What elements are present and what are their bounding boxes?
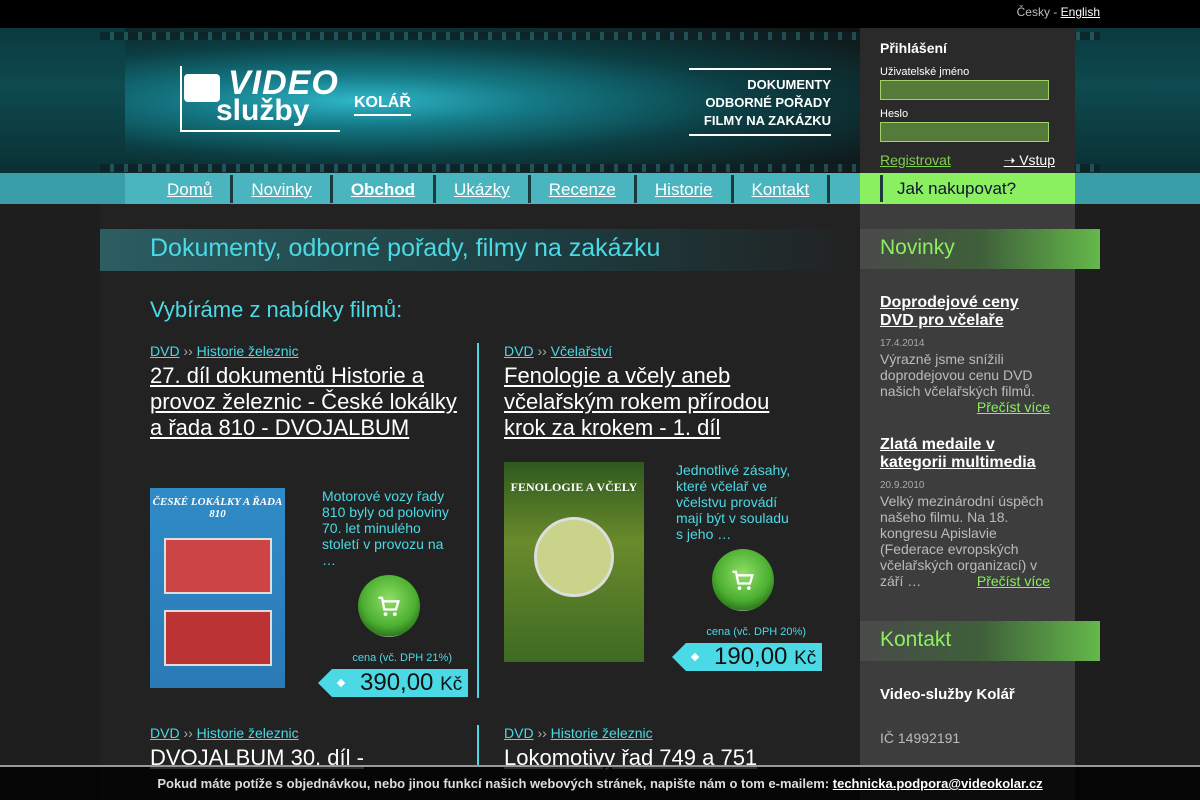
product-title-link[interactable]: 27. díl dokumentů Historie a provoz žele… bbox=[150, 363, 460, 441]
tagline-line: FILMY NA ZAKÁZKU bbox=[703, 113, 831, 128]
product-cover-image[interactable]: FENOLOGIE A VČELY bbox=[504, 462, 644, 662]
price-vat-label: cena (vč. DPH 20%) bbox=[706, 626, 806, 638]
username-input[interactable] bbox=[880, 80, 1049, 100]
category-dvd-link[interactable]: DVD bbox=[504, 343, 534, 359]
product-title-link[interactable]: Fenologie a včely aneb včelařským rokem … bbox=[504, 363, 814, 441]
lang-english-link[interactable]: English bbox=[1061, 5, 1100, 19]
news-date: 17.4.2014 bbox=[880, 338, 925, 349]
column-divider bbox=[477, 725, 479, 765]
price-currency: Kč bbox=[794, 648, 817, 669]
cover-title: ČESKÉ LOKÁLKY A ŘADA 810 bbox=[152, 496, 283, 520]
sidebar-news-title: Novinky bbox=[880, 236, 955, 259]
cart-icon bbox=[378, 596, 400, 617]
language-switcher: Česky - English bbox=[1017, 5, 1100, 19]
main-nav: Domů Novinky Obchod Ukázky Recenze Histo… bbox=[125, 173, 860, 204]
nav-contact[interactable]: Kontakt bbox=[734, 175, 831, 203]
category-dvd-link[interactable]: DVD bbox=[504, 725, 534, 741]
sidebar-contact-title: Kontakt bbox=[880, 628, 952, 651]
read-more-link[interactable]: Přečíst více bbox=[977, 573, 1050, 589]
news-text: Výrazně jsme snížili doprodejovou cenu D… bbox=[880, 351, 1050, 415]
news-text: Velký mezinárodní úspěch našeho filmu. N… bbox=[880, 493, 1050, 589]
price-value: 190,00 bbox=[714, 643, 788, 670]
add-to-cart-button[interactable] bbox=[358, 575, 420, 637]
password-input[interactable] bbox=[880, 122, 1049, 142]
cover-title: FENOLOGIE A VČELY bbox=[510, 480, 638, 494]
how-to-buy-label: Jak nakupovat? bbox=[880, 175, 1016, 202]
category-link[interactable]: Historie železnic bbox=[197, 725, 299, 741]
breadcrumb-separator: ›› bbox=[533, 343, 551, 359]
price-value: 390,00 bbox=[360, 669, 434, 696]
lang-current: Česky bbox=[1016, 5, 1050, 19]
news-title-link[interactable]: Doprodejové ceny DVD pro včelaře bbox=[880, 294, 1050, 330]
product-description: Jednotlivé zásahy, které včelař ve včels… bbox=[676, 462, 791, 542]
product-card: DVD ›› Historie železnic 27. díl dokumen… bbox=[150, 343, 469, 703]
sidebar-news-header: Novinky bbox=[860, 229, 1100, 269]
notice-text: Pokud máte potíže s objednávkou, nebo ji… bbox=[157, 776, 830, 791]
login-button[interactable]: ➝ Vstup bbox=[1004, 152, 1055, 169]
price-tag: 190,00 Kč bbox=[671, 643, 823, 671]
nav-reviews[interactable]: Recenze bbox=[531, 175, 637, 203]
breadcrumb-separator: ›› bbox=[179, 343, 197, 359]
product-breadcrumb: DVD ›› Historie železnic bbox=[150, 343, 460, 359]
category-dvd-link[interactable]: DVD bbox=[150, 343, 180, 359]
nav-home[interactable]: Domů bbox=[149, 175, 234, 203]
news-excerpt: Výrazně jsme snížili doprodejovou cenu D… bbox=[880, 351, 1035, 399]
section-subtitle: Vybíráme z nabídky filmů: bbox=[150, 297, 403, 322]
how-to-buy-button[interactable]: Jak nakupovat? bbox=[860, 173, 1075, 204]
nav-samples[interactable]: Ukázky bbox=[436, 175, 531, 203]
breadcrumb-separator: ›› bbox=[179, 725, 197, 741]
train-image bbox=[164, 610, 272, 666]
password-label: Heslo bbox=[880, 108, 909, 120]
nav-shop[interactable]: Obchod bbox=[333, 175, 437, 203]
company-id: IČ 14992191 bbox=[880, 730, 961, 746]
nav-history[interactable]: Historie bbox=[637, 175, 734, 203]
price-vat-label: cena (vč. DPH 21%) bbox=[352, 652, 452, 664]
breadcrumb-separator: ›› bbox=[533, 725, 551, 741]
product-breadcrumb: DVD ›› Historie železnic bbox=[504, 725, 814, 741]
price-currency: Kč bbox=[440, 674, 463, 695]
price-tag: 390,00 Kč bbox=[317, 669, 469, 697]
login-title: Přihlášení bbox=[880, 40, 947, 56]
product-card: DVD ›› Včelařství Fenologie a včely aneb… bbox=[504, 343, 823, 703]
cart-icon bbox=[732, 570, 754, 591]
column-divider bbox=[477, 343, 479, 698]
product-description: Motorové vozy řady 810 byly od poloviny … bbox=[322, 488, 449, 568]
train-image bbox=[164, 538, 272, 594]
tagline-line: ODBORNÉ POŘADY bbox=[705, 95, 831, 110]
product-breadcrumb: DVD ›› Včelařství bbox=[504, 343, 814, 359]
logo-sluzby-text: služby bbox=[216, 94, 310, 127]
product-cover-image[interactable]: ČESKÉ LOKÁLKY A ŘADA 810 bbox=[150, 488, 285, 688]
company-name: Video-služby Kolář bbox=[880, 686, 1015, 703]
news-title-link[interactable]: Zlatá medaile v kategorii multimedia bbox=[880, 436, 1050, 472]
product-breadcrumb: DVD ›› Historie železnic bbox=[150, 725, 460, 741]
support-email-link[interactable]: technicka.podpora@videokolar.cz bbox=[833, 776, 1043, 791]
camera-icon bbox=[184, 74, 220, 102]
category-link[interactable]: Včelařství bbox=[551, 343, 612, 359]
read-more-link[interactable]: Přečíst více bbox=[977, 399, 1050, 415]
news-item: Zlatá medaile v kategorii multimedia 20.… bbox=[880, 436, 1050, 589]
category-dvd-link[interactable]: DVD bbox=[150, 725, 180, 741]
sidebar-contact-header: Kontakt bbox=[860, 621, 1100, 661]
news-item: Doprodejové ceny DVD pro včelaře 17.4.20… bbox=[880, 294, 1050, 415]
login-panel: Přihlášení Uživatelské jméno Heslo Regis… bbox=[860, 28, 1075, 173]
register-link[interactable]: Registrovat bbox=[880, 152, 951, 169]
lang-separator: - bbox=[1049, 5, 1061, 19]
logo-kolar-text: KOLÁŘ bbox=[354, 94, 411, 116]
username-label: Uživatelské jméno bbox=[880, 66, 970, 78]
news-date: 20.9.2010 bbox=[880, 480, 925, 491]
support-notice-bar: Pokud máte potíže s objednávkou, nebo ji… bbox=[0, 765, 1200, 800]
page-title: Dokumenty, odborné pořady, filmy na zaká… bbox=[150, 234, 661, 262]
tagline-line: DOKUMENTY bbox=[747, 77, 831, 92]
category-link[interactable]: Historie železnic bbox=[197, 343, 299, 359]
add-to-cart-button[interactable] bbox=[712, 549, 774, 611]
site-logo[interactable]: VIDEO služby KOLÁŘ bbox=[180, 64, 420, 136]
cover-photo bbox=[534, 517, 614, 597]
nav-news[interactable]: Novinky bbox=[233, 175, 333, 203]
category-link[interactable]: Historie železnic bbox=[551, 725, 653, 741]
header-tagline: DOKUMENTY ODBORNÉ POŘADY FILMY NA ZAKÁZK… bbox=[689, 68, 831, 136]
